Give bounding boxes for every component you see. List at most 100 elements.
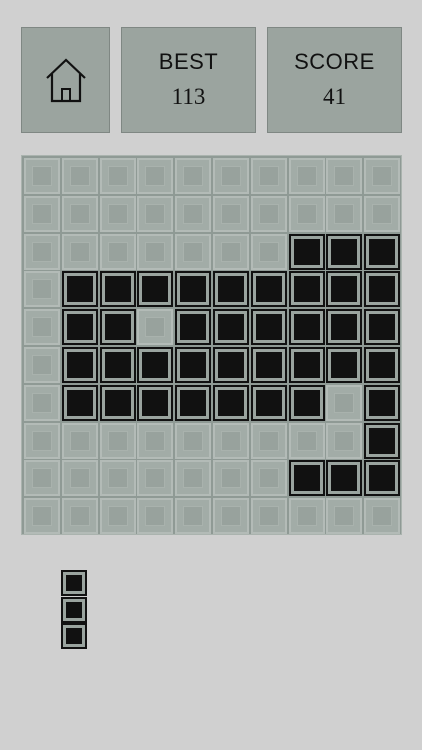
board-cell-filled xyxy=(326,347,363,383)
board-cell-filled xyxy=(364,384,401,421)
board-cell-filled xyxy=(175,309,212,346)
board-cell-filled xyxy=(288,384,325,421)
board-cell-empty xyxy=(137,233,174,270)
board-cell-empty xyxy=(250,195,287,232)
board-cell-filled xyxy=(61,347,98,383)
board-cell-filled xyxy=(288,271,325,308)
board-cell-empty xyxy=(213,498,249,535)
board-cell-empty xyxy=(364,195,401,232)
board-cell-filled xyxy=(326,271,363,308)
board-cell-empty xyxy=(213,158,249,194)
board-cell-empty xyxy=(24,158,60,194)
board-cell-filled xyxy=(99,384,136,421)
board-cell-empty xyxy=(61,498,98,535)
board-cell-empty xyxy=(288,422,325,459)
board-cell-filled xyxy=(137,271,174,308)
board-cell-filled xyxy=(364,422,401,459)
board-cell-empty xyxy=(61,422,98,459)
board-cell-empty xyxy=(326,422,363,459)
board-cell-empty xyxy=(99,460,136,497)
board-cell-filled xyxy=(137,384,174,421)
board-cell-empty xyxy=(99,422,136,459)
board-cell-empty xyxy=(213,233,249,270)
board-cell-filled xyxy=(250,271,287,308)
board-cell-filled xyxy=(99,309,136,346)
board-cell-filled xyxy=(61,384,98,421)
board-cell-empty xyxy=(364,158,401,194)
board-cell-empty xyxy=(24,422,60,459)
board-cell-empty xyxy=(326,384,363,421)
board-cell-empty xyxy=(175,158,212,194)
board-cell-empty xyxy=(213,460,249,497)
board-cell-empty xyxy=(137,195,174,232)
board-cell-empty xyxy=(24,498,60,535)
board-cell-empty xyxy=(137,422,174,459)
board-cell-empty xyxy=(326,498,363,535)
board-cell-empty xyxy=(24,460,60,497)
piece-block[interactable] xyxy=(61,570,87,596)
board-cell-empty xyxy=(61,460,98,497)
board-cell-empty xyxy=(99,158,136,194)
board-cell-filled xyxy=(364,347,401,383)
board-cell-empty xyxy=(24,195,60,232)
board-cell-empty xyxy=(137,460,174,497)
board-cell-filled xyxy=(213,271,249,308)
board-cell-empty xyxy=(99,498,136,535)
score-label: SCORE xyxy=(294,49,375,74)
board-cell-empty xyxy=(288,158,325,194)
board-cell-empty xyxy=(250,233,287,270)
best-value: 113 xyxy=(171,84,206,109)
home-icon xyxy=(45,58,86,103)
board-cell-empty xyxy=(326,195,363,232)
board-cell-empty xyxy=(250,422,287,459)
score-value: 41 xyxy=(323,84,346,109)
board-cell-empty xyxy=(250,498,287,535)
board-cell-filled xyxy=(288,347,325,383)
board-cell-empty xyxy=(364,498,401,535)
next-piece[interactable] xyxy=(61,570,88,649)
board-cell-empty xyxy=(213,195,249,232)
board-cell-filled xyxy=(250,347,287,383)
board-cell-empty xyxy=(24,233,60,270)
board-cell-filled xyxy=(137,347,174,383)
board-cell-filled xyxy=(250,384,287,421)
board-cell-filled xyxy=(288,460,325,497)
board-cell-filled xyxy=(326,309,363,346)
board-cell-empty xyxy=(175,498,212,535)
board-cell-empty xyxy=(61,195,98,232)
board-cell-empty xyxy=(99,195,136,232)
score-panel: SCORE 41 xyxy=(267,27,402,133)
game-board[interactable] xyxy=(21,155,402,535)
board-cell-filled xyxy=(61,309,98,346)
board-cell-filled xyxy=(250,309,287,346)
board-cell-filled xyxy=(213,384,249,421)
board-cell-filled xyxy=(364,271,401,308)
board-cell-filled xyxy=(364,309,401,346)
board-cell-filled xyxy=(288,309,325,346)
board-cell-filled xyxy=(364,460,401,497)
board-cell-empty xyxy=(326,158,363,194)
board-cell-empty xyxy=(137,498,174,535)
home-button[interactable] xyxy=(21,27,110,133)
piece-block[interactable] xyxy=(61,596,87,623)
board-cell-empty xyxy=(213,422,249,459)
board-cell-empty xyxy=(61,158,98,194)
board-cell-filled xyxy=(99,347,136,383)
board-cell-filled xyxy=(213,347,249,383)
board-cell-empty xyxy=(250,460,287,497)
board-cell-filled xyxy=(326,233,363,270)
board-cell-filled xyxy=(364,233,401,270)
board-cell-empty xyxy=(175,460,212,497)
board-cell-filled xyxy=(99,271,136,308)
piece-block[interactable] xyxy=(61,623,87,649)
board-cell-empty xyxy=(288,195,325,232)
board-cell-empty xyxy=(175,422,212,459)
board-cell-filled xyxy=(326,460,363,497)
board-cell-filled xyxy=(175,347,212,383)
board-cell-empty xyxy=(24,347,60,383)
board-cell-empty xyxy=(24,384,60,421)
board-cell-filled xyxy=(61,271,98,308)
board-cell-empty xyxy=(137,158,174,194)
board-cell-filled xyxy=(175,271,212,308)
board-cell-empty xyxy=(175,233,212,270)
